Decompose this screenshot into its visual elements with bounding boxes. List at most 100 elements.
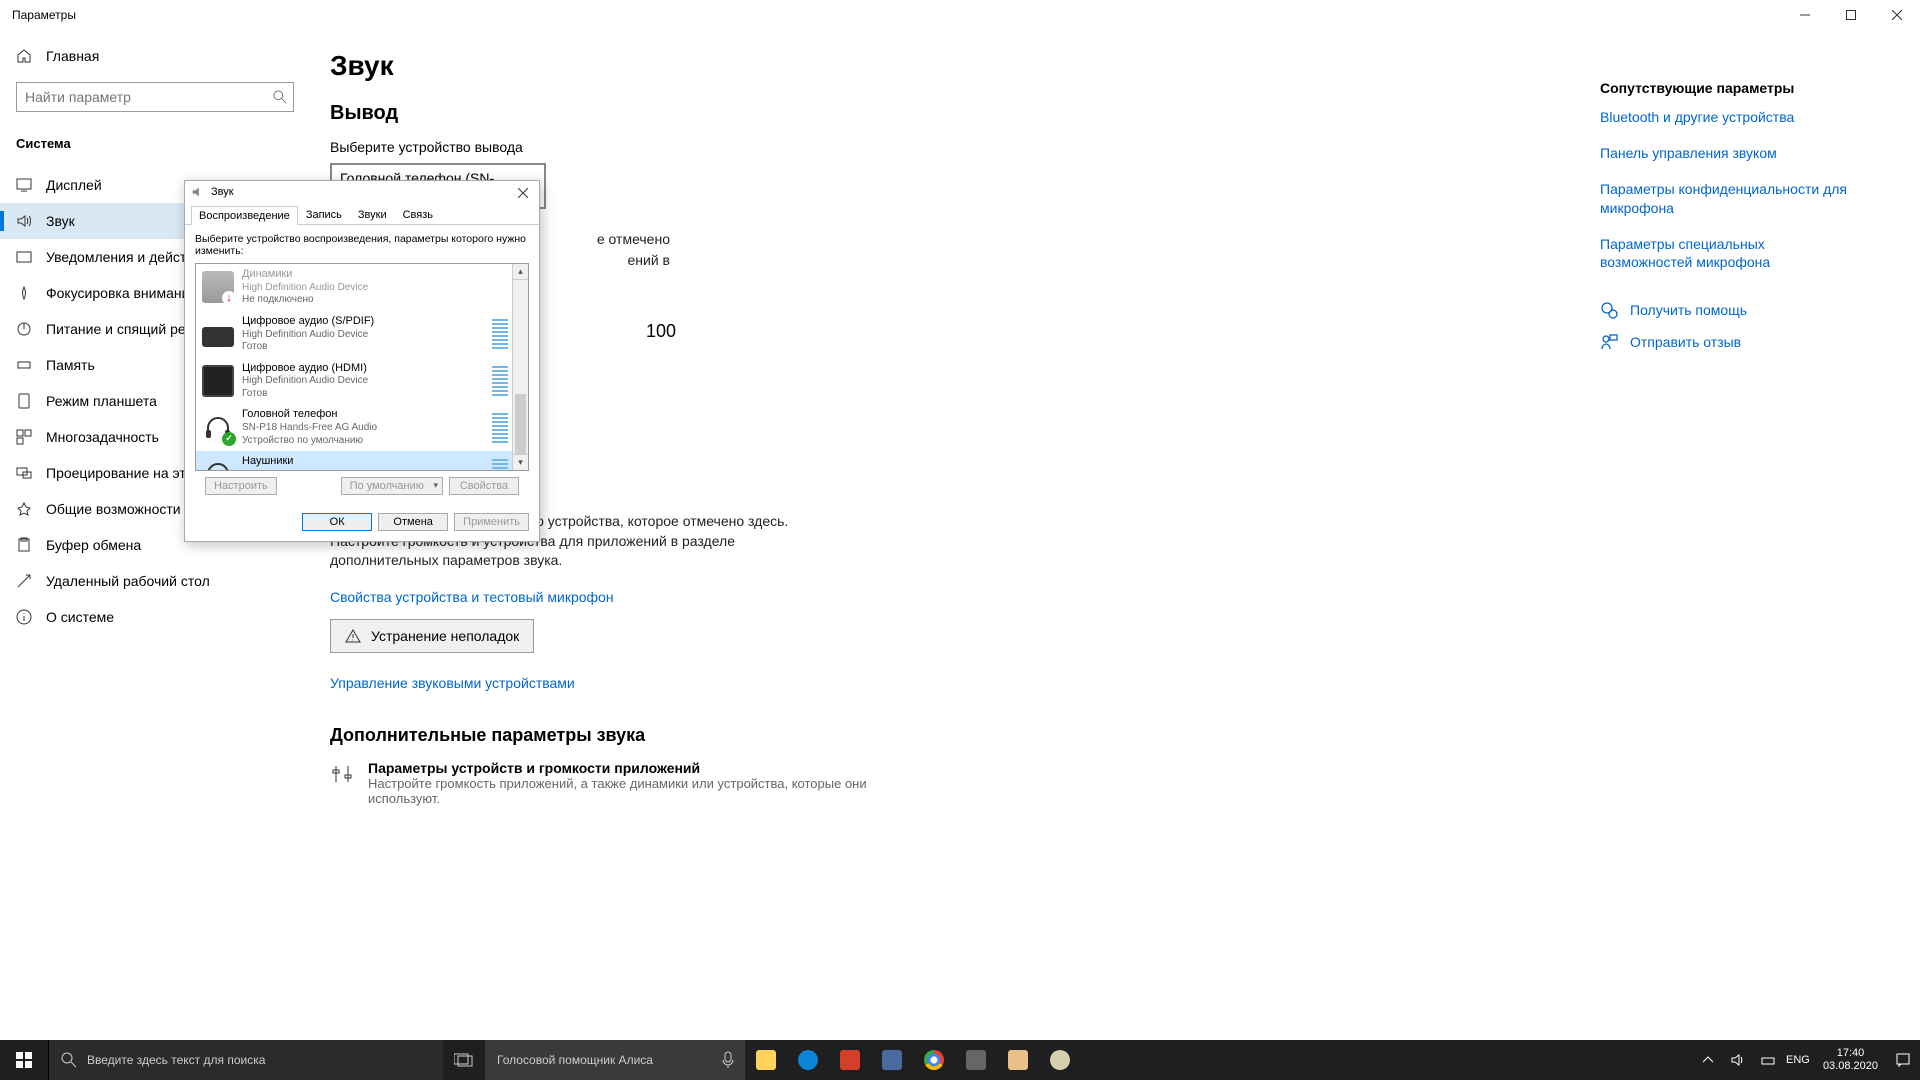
sidebar-item-label: Дисплей	[46, 177, 102, 193]
set-default-button[interactable]: По умолчанию	[341, 477, 443, 495]
tab-recording[interactable]: Запись	[298, 205, 350, 224]
sidebar-item-label: Режим планшета	[46, 393, 157, 409]
sidebar-item-remote[interactable]: Удаленный рабочий стол	[0, 563, 310, 599]
maximize-button[interactable]	[1828, 0, 1874, 30]
tray-network[interactable]	[1757, 1040, 1779, 1080]
sidebar-item-label: Удаленный рабочий стол	[46, 573, 210, 589]
assistant-box[interactable]: Голосовой помощник Алиса	[485, 1040, 745, 1080]
device-title: Головной телефон	[242, 408, 484, 422]
rail-link-mic-privacy[interactable]: Параметры конфиденциальности для микрофо…	[1600, 180, 1860, 216]
search-input[interactable]	[17, 89, 293, 105]
app-icon	[1050, 1050, 1070, 1070]
device-title: Наушники	[242, 455, 484, 469]
tray-date: 03.08.2020	[1823, 1060, 1878, 1073]
taskbar-settings[interactable]	[955, 1040, 997, 1080]
start-button[interactable]	[0, 1040, 48, 1080]
scroll-up[interactable]: ▴	[513, 264, 528, 280]
paint-icon	[1008, 1050, 1028, 1070]
troubleshoot-button[interactable]: Устранение неполадок	[330, 619, 534, 653]
adv-item-title: Параметры устройств и громкости приложен…	[368, 760, 868, 776]
remote-icon	[16, 573, 32, 589]
headphones-device-icon	[202, 458, 234, 470]
taskbar-app2[interactable]	[1039, 1040, 1081, 1080]
device-status: Устройство по умолчанию	[242, 435, 484, 448]
device-row-hdmi[interactable]: Цифровое аудио (HDMI) High Definition Au…	[196, 358, 528, 405]
display-icon	[16, 177, 32, 193]
close-button[interactable]	[1874, 0, 1920, 30]
tab-sounds[interactable]: Звуки	[350, 205, 395, 224]
apply-button[interactable]: Применить	[454, 513, 529, 531]
manage-devices-link[interactable]: Управление звуковыми устройствами	[330, 675, 575, 691]
storage-icon	[16, 357, 32, 373]
device-row-spdif[interactable]: Цифровое аудио (S/PDIF) High Definition …	[196, 311, 528, 358]
search-icon	[61, 1052, 77, 1068]
tray-clock[interactable]: 17:40 03.08.2020	[1817, 1047, 1884, 1073]
page-title: Звук	[330, 50, 1880, 82]
feedback-icon	[1600, 333, 1618, 351]
get-help-link[interactable]: Получить помощь	[1600, 301, 1860, 319]
device-status: Не подключено	[242, 294, 522, 307]
tablet-icon	[16, 393, 32, 409]
taskbar-explorer[interactable]	[745, 1040, 787, 1080]
multitask-icon	[16, 429, 32, 445]
sidebar-item-about[interactable]: О системе	[0, 599, 310, 635]
device-row-headset[interactable]: Головной телефон SN-P18 Hands-Free AG Au…	[196, 404, 528, 451]
properties-button[interactable]: Свойства	[449, 477, 519, 495]
rail-title: Сопутствующие параметры	[1600, 80, 1860, 96]
ok-button[interactable]: ОК	[302, 513, 372, 531]
sidebar-search[interactable]	[16, 82, 294, 112]
mic-icon[interactable]	[721, 1051, 735, 1069]
dialog-title-text: Звук	[211, 186, 234, 198]
configure-button[interactable]: Настроить	[205, 477, 277, 495]
taskbar-chrome[interactable]	[913, 1040, 955, 1080]
window-title: Параметры	[12, 8, 76, 22]
tray-language[interactable]: ENG	[1787, 1040, 1809, 1080]
spdif-device-icon	[202, 327, 234, 347]
warning-icon	[345, 628, 361, 644]
tray-notifications[interactable]	[1892, 1040, 1914, 1080]
tray-time: 17:40	[1823, 1047, 1878, 1060]
device-properties-link[interactable]: Свойства устройства и тестовый микрофон	[330, 589, 614, 605]
sidebar-item-label: О системе	[46, 609, 114, 625]
taskbar-paint[interactable]	[997, 1040, 1039, 1080]
mixer-icon	[330, 762, 354, 786]
app-volume-row[interactable]: Параметры устройств и громкости приложен…	[330, 760, 1880, 806]
taskbar-search[interactable]: Введите здесь текст для поиска	[48, 1040, 443, 1080]
partial-text: ений в	[628, 252, 671, 268]
device-row-headphones[interactable]: Наушники SN-P18 Stereo Готов	[196, 451, 528, 470]
tab-playback[interactable]: Воспроизведение	[191, 206, 298, 225]
rail-link-bluetooth[interactable]: Bluetooth и другие устройства	[1600, 108, 1860, 126]
tray-overflow[interactable]	[1697, 1040, 1719, 1080]
device-status: Готов	[242, 341, 484, 354]
shared-icon	[16, 501, 32, 517]
devices-scrollbar[interactable]: ▴ ▾	[512, 264, 528, 470]
level-meter	[492, 319, 508, 349]
rail-link-mic-access[interactable]: Параметры специальных возможностей микро…	[1600, 235, 1860, 271]
rail-link-sound-panel[interactable]: Панель управления звуком	[1600, 144, 1860, 162]
tab-comm[interactable]: Связь	[395, 205, 441, 224]
device-title: Цифровое аудио (S/PDIF)	[242, 315, 484, 329]
home-label: Главная	[46, 48, 99, 64]
scroll-thumb[interactable]	[515, 394, 526, 454]
sidebar-item-label: Общие возможности	[46, 501, 181, 517]
sidebar-item-label: Буфер обмена	[46, 537, 141, 553]
related-settings: Сопутствующие параметры Bluetooth и друг…	[1600, 80, 1860, 365]
feedback-link[interactable]: Отправить отзыв	[1600, 333, 1860, 351]
taskbar-edge[interactable]	[787, 1040, 829, 1080]
cancel-button[interactable]: Отмена	[378, 513, 448, 531]
tray-volume[interactable]	[1727, 1040, 1749, 1080]
taskbar-security[interactable]	[829, 1040, 871, 1080]
help-label: Получить помощь	[1630, 302, 1747, 318]
home-button[interactable]: Главная	[0, 40, 310, 72]
taskbar-app1[interactable]	[871, 1040, 913, 1080]
focus-icon	[16, 285, 32, 301]
device-status: Готов	[242, 388, 484, 401]
taskbar: Введите здесь текст для поиска Голосовой…	[0, 1040, 1920, 1080]
device-list[interactable]: Динамики High Definition Audio Device Не…	[195, 263, 529, 471]
feedback-label: Отправить отзыв	[1630, 334, 1741, 350]
scroll-down[interactable]: ▾	[513, 454, 528, 470]
device-row-speakers[interactable]: Динамики High Definition Audio Device Не…	[196, 264, 528, 311]
task-view-button[interactable]	[443, 1040, 485, 1080]
dialog-close-button[interactable]	[509, 183, 537, 203]
minimize-button[interactable]	[1782, 0, 1828, 30]
